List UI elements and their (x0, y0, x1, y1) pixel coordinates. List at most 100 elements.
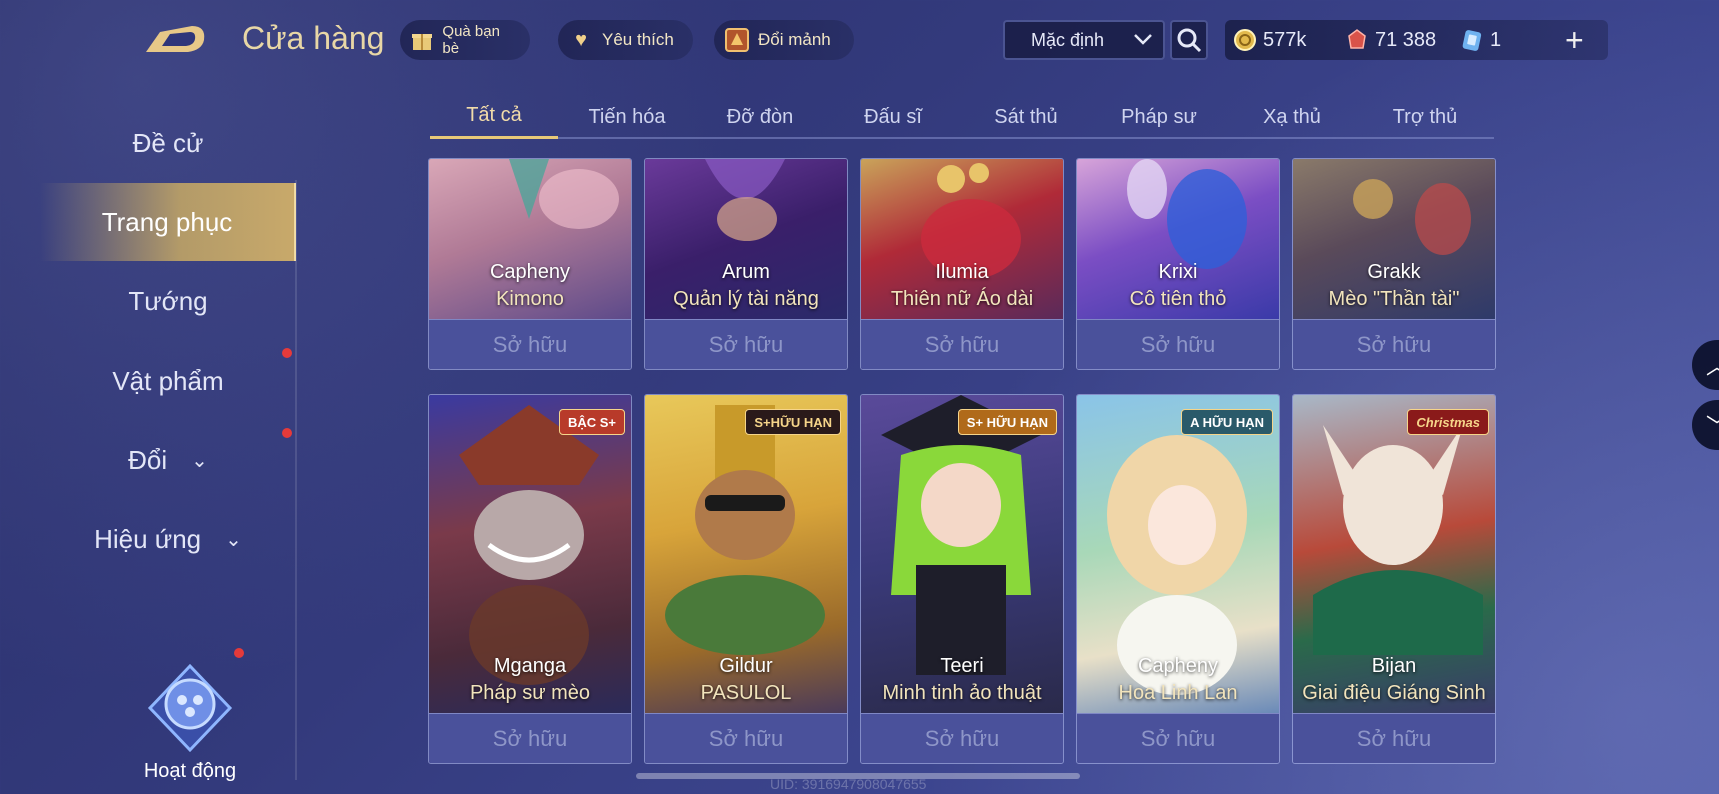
heart-icon: ♥ (575, 28, 587, 51)
skin-artwork: Christmas Bijan Giai điệu Giáng Sinh (1293, 395, 1495, 713)
skin-card[interactable]: Arum Quản lý tài năng Sở hữu (644, 158, 848, 370)
skin-name: Kimono (496, 288, 564, 310)
hero-name: Ilumia (935, 261, 989, 283)
skin-card[interactable]: S+ HỮU HẠN Teeri Minh tinh ảo thuật Sở h… (860, 394, 1064, 764)
owned-status-button[interactable]: Sở hữu (861, 319, 1063, 369)
owned-status-button[interactable]: Sở hữu (1077, 319, 1279, 369)
hero-name: Arum (722, 261, 770, 283)
sidebar-item-skins[interactable]: Trang phục (40, 183, 296, 261)
owned-status-button[interactable]: Sở hữu (1293, 713, 1495, 763)
owned-status-button[interactable]: Sở hữu (645, 713, 847, 763)
hero-name: Gildur (719, 655, 773, 677)
add-currency-button[interactable]: + (1565, 22, 1584, 59)
skin-name: Giai điệu Giáng Sinh (1302, 682, 1486, 704)
skin-card[interactable]: S+HỮU HẠN Gildur PASULOL Sở hữu (644, 394, 848, 764)
sidebar-item-label: Đổi (128, 444, 168, 475)
notification-dot (234, 648, 244, 658)
hero-name: Grakk (1367, 261, 1421, 283)
skin-artwork: S+ HỮU HẠN Teeri Minh tinh ảo thuật (861, 395, 1063, 713)
skin-artwork: Arum Quản lý tài năng (645, 159, 847, 319)
owned-status-button[interactable]: Sở hữu (429, 713, 631, 763)
activity-label: Hoạt động (143, 760, 237, 782)
chevron-down-icon: ⌄ (225, 528, 242, 551)
sidebar-item-heroes[interactable]: Tướng (40, 262, 296, 340)
tab-assassin[interactable]: Sát thủ (962, 95, 1090, 139)
skin-card[interactable]: Capheny Kimono Sở hữu (428, 158, 632, 370)
search-icon (1177, 28, 1202, 53)
friend-gift-label: Quà bạn bè (442, 23, 500, 57)
friend-gift-button[interactable]: Quà bạn bè (400, 20, 530, 60)
owned-status-button[interactable]: Sở hữu (645, 319, 847, 369)
gold-amount: 577k (1263, 28, 1307, 51)
skin-name: Quản lý tài năng (673, 288, 819, 310)
exchange-fragment-label: Đổi mảnh (758, 30, 831, 49)
chevron-down-icon: ﹀ (1706, 409, 1719, 441)
skin-name: Mèo "Thần tài" (1328, 288, 1460, 310)
hero-name: Mganga (493, 655, 567, 677)
sidebar-item-label: Vật phẩm (112, 365, 224, 396)
top-bar: Cửa hàng Quà bạn bè ♥ Yêu thích Đổi mảnh… (0, 0, 1719, 80)
gold-balance: 577k (1233, 28, 1306, 52)
user-id: UID: 3916947908047655 (770, 776, 927, 792)
tier-badge: S+HỮU HẠN (745, 409, 841, 435)
skin-grid: Capheny Kimono Sở hữu Arum Quản lý tài n… (428, 158, 1498, 788)
scroll-down-button[interactable]: ﹀ (1692, 400, 1719, 450)
voucher-icon (1462, 30, 1482, 51)
tab-tank[interactable]: Đỡ đòn (696, 95, 824, 139)
back-button[interactable] (140, 18, 210, 58)
sort-value: Mặc định (1031, 29, 1105, 50)
exchange-fragment-button[interactable]: Đổi mảnh (714, 20, 854, 60)
tab-label: Đấu sĩ (864, 105, 922, 128)
owned-status-button[interactable]: Sở hữu (1077, 713, 1279, 763)
tab-label: Tiến hóa (588, 105, 666, 128)
back-arrow-icon (146, 26, 205, 52)
tab-support[interactable]: Trợ thủ (1361, 95, 1489, 139)
chevron-up-icon: ︿ (1706, 349, 1719, 381)
skin-artwork: Grakk Mèo "Thần tài" (1293, 159, 1495, 319)
skin-artwork: Capheny Kimono (429, 159, 631, 319)
sidebar-item-label: Tướng (128, 285, 208, 316)
skin-card[interactable]: Christmas Bijan Giai điệu Giáng Sinh Sở … (1292, 394, 1496, 764)
tab-fighter[interactable]: Đấu sĩ (829, 95, 957, 139)
favorite-label: Yêu thích (602, 30, 674, 49)
sort-dropdown[interactable]: Mặc định (1003, 20, 1165, 60)
skin-card[interactable]: BẬC S+ Mganga Pháp sư mèo Sở hữu (428, 394, 632, 764)
skin-name: Cô tiên thỏ (1129, 288, 1227, 310)
owned-status-button[interactable]: Sở hữu (1293, 319, 1495, 369)
hero-name: Krixi (1158, 261, 1198, 283)
tier-badge: A HỮU HẠN (1181, 409, 1273, 435)
gem-icon (1348, 29, 1366, 49)
hero-name: Teeri (940, 655, 984, 677)
search-button[interactable] (1170, 20, 1208, 60)
tab-label: Xạ thủ (1263, 105, 1321, 128)
tab-all[interactable]: Tất cả (430, 95, 558, 139)
tab-marksman[interactable]: Xạ thủ (1228, 95, 1356, 139)
skin-name: Hoa Linh Lan (1118, 682, 1238, 704)
tab-label: Sát thủ (994, 105, 1058, 128)
scroll-up-button[interactable]: ︿ (1692, 340, 1719, 390)
tab-evolution[interactable]: Tiến hóa (563, 95, 691, 139)
sidebar-item-exchange[interactable]: Đổi ⌄ (40, 421, 296, 499)
skin-card[interactable]: Ilumia Thiên nữ Áo dài Sở hữu (860, 158, 1064, 370)
sidebar-item-recommended[interactable]: Đề cử (40, 104, 296, 182)
activity-button[interactable]: Hoạt động (130, 648, 250, 794)
tab-mage[interactable]: Pháp sư (1095, 95, 1223, 139)
chevron-down-icon (1133, 30, 1153, 51)
skin-card[interactable]: Grakk Mèo "Thần tài" Sở hữu (1292, 158, 1496, 370)
owned-status-button[interactable]: Sở hữu (861, 713, 1063, 763)
skin-artwork: A HỮU HẠN Capheny Hoa Linh Lan (1077, 395, 1279, 713)
skin-card[interactable]: A HỮU HẠN Capheny Hoa Linh Lan Sở hữu (1076, 394, 1280, 764)
sidebar-item-effects[interactable]: Hiệu ứng ⌄ (40, 500, 296, 578)
sidebar-item-items[interactable]: Vật phẩm (40, 342, 296, 420)
sidebar-item-label: Hiệu ứng (94, 523, 202, 554)
skin-card[interactable]: Krixi Cô tiên thỏ Sở hữu (1076, 158, 1280, 370)
skin-name: Pháp sư mèo (469, 682, 591, 704)
hero-name: Bijan (1371, 655, 1417, 677)
skin-artwork: Ilumia Thiên nữ Áo dài (861, 159, 1063, 319)
category-tabs: Tất cả Tiến hóa Đỡ đòn Đấu sĩ Sát thủ Ph… (430, 95, 1494, 139)
favorite-button[interactable]: ♥ Yêu thích (558, 20, 693, 60)
owned-status-button[interactable]: Sở hữu (429, 319, 631, 369)
hero-name: Capheny (1137, 655, 1219, 677)
chevron-down-icon: ⌄ (191, 449, 208, 472)
gem-amount: 71 388 (1375, 28, 1437, 51)
